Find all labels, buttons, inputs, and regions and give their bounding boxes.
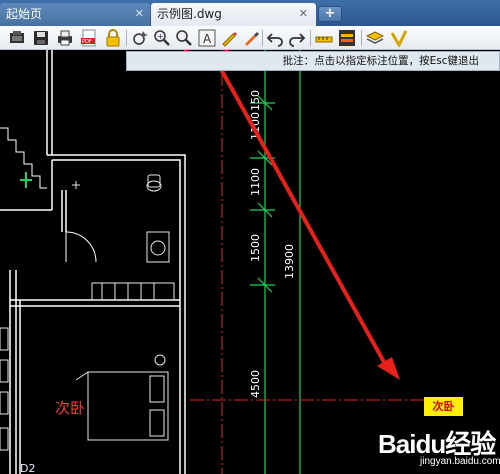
highlighter-icon[interactable] bbox=[242, 29, 260, 47]
tab-start-page-label: 起始页 bbox=[6, 7, 43, 21]
tab-start-page[interactable]: 起始页 ✕ bbox=[0, 3, 150, 26]
toolbar-separator bbox=[310, 30, 311, 46]
layers-icon[interactable] bbox=[366, 29, 384, 47]
redo-icon[interactable] bbox=[288, 29, 306, 47]
check-icon[interactable] bbox=[390, 29, 408, 47]
open-icon[interactable] bbox=[8, 29, 26, 47]
wall-fixtures bbox=[0, 327, 9, 451]
layer-color-icon[interactable] bbox=[338, 29, 356, 47]
zoom-window-icon[interactable]: + bbox=[153, 29, 171, 47]
dimension-label: 1100 bbox=[249, 168, 262, 196]
callout-arrow bbox=[184, 50, 400, 380]
tab-dwg-file-label: 示例图.dwg bbox=[157, 7, 222, 21]
svg-text:+: + bbox=[157, 32, 164, 41]
room-label: 次卧 bbox=[55, 399, 85, 417]
svg-text:A: A bbox=[203, 32, 212, 46]
save-icon[interactable] bbox=[32, 29, 50, 47]
dimension-label: 1500 bbox=[249, 234, 262, 262]
wardrobe bbox=[91, 282, 175, 301]
toolbar-separator bbox=[262, 30, 263, 46]
annotation-tag[interactable]: 次卧 bbox=[424, 397, 463, 416]
toolbar-separator bbox=[126, 30, 127, 46]
pencil-icon[interactable] bbox=[220, 29, 238, 47]
svg-text:PDF: PDF bbox=[82, 39, 92, 45]
annotation-hint-bar: 批注：点击以指定标注位置，按Esc键退出 bbox=[126, 51, 500, 71]
baidu-watermark: Baidu经验 jingyan.baidu.com bbox=[378, 424, 500, 472]
grid-lines bbox=[190, 50, 430, 474]
pdf-icon[interactable]: PDF bbox=[80, 29, 98, 47]
watermark-url: jingyan.baidu.com bbox=[420, 456, 500, 467]
cloud-icon[interactable] bbox=[131, 29, 149, 47]
close-icon[interactable]: ✕ bbox=[135, 3, 144, 25]
tab-dwg-file[interactable]: 示例图.dwg ✕ bbox=[151, 3, 316, 26]
tab-bar: 起始页 ✕ 示例图.dwg ✕ + bbox=[0, 0, 500, 26]
door bbox=[65, 231, 97, 263]
toolbar: PDF + A bbox=[0, 26, 500, 50]
print-icon[interactable] bbox=[56, 29, 74, 47]
bathroom-fixtures bbox=[72, 174, 170, 263]
corner-label: D2 bbox=[20, 462, 35, 474]
dimension-top: 150 bbox=[249, 90, 262, 111]
lock-icon[interactable] bbox=[104, 29, 122, 47]
dimension-label: 4500 bbox=[249, 370, 262, 398]
measure-icon[interactable] bbox=[315, 29, 333, 47]
zoom-in-icon[interactable] bbox=[175, 29, 193, 47]
new-tab-button[interactable]: + bbox=[318, 6, 342, 22]
toolbar-separator bbox=[361, 30, 362, 46]
green-markers bbox=[20, 172, 32, 188]
close-icon[interactable]: ✕ bbox=[299, 3, 308, 25]
undo-icon[interactable] bbox=[266, 29, 284, 47]
bed bbox=[75, 354, 169, 441]
text-annotation-icon[interactable]: A bbox=[197, 28, 218, 48]
dimension-total: 13900 bbox=[283, 244, 296, 279]
